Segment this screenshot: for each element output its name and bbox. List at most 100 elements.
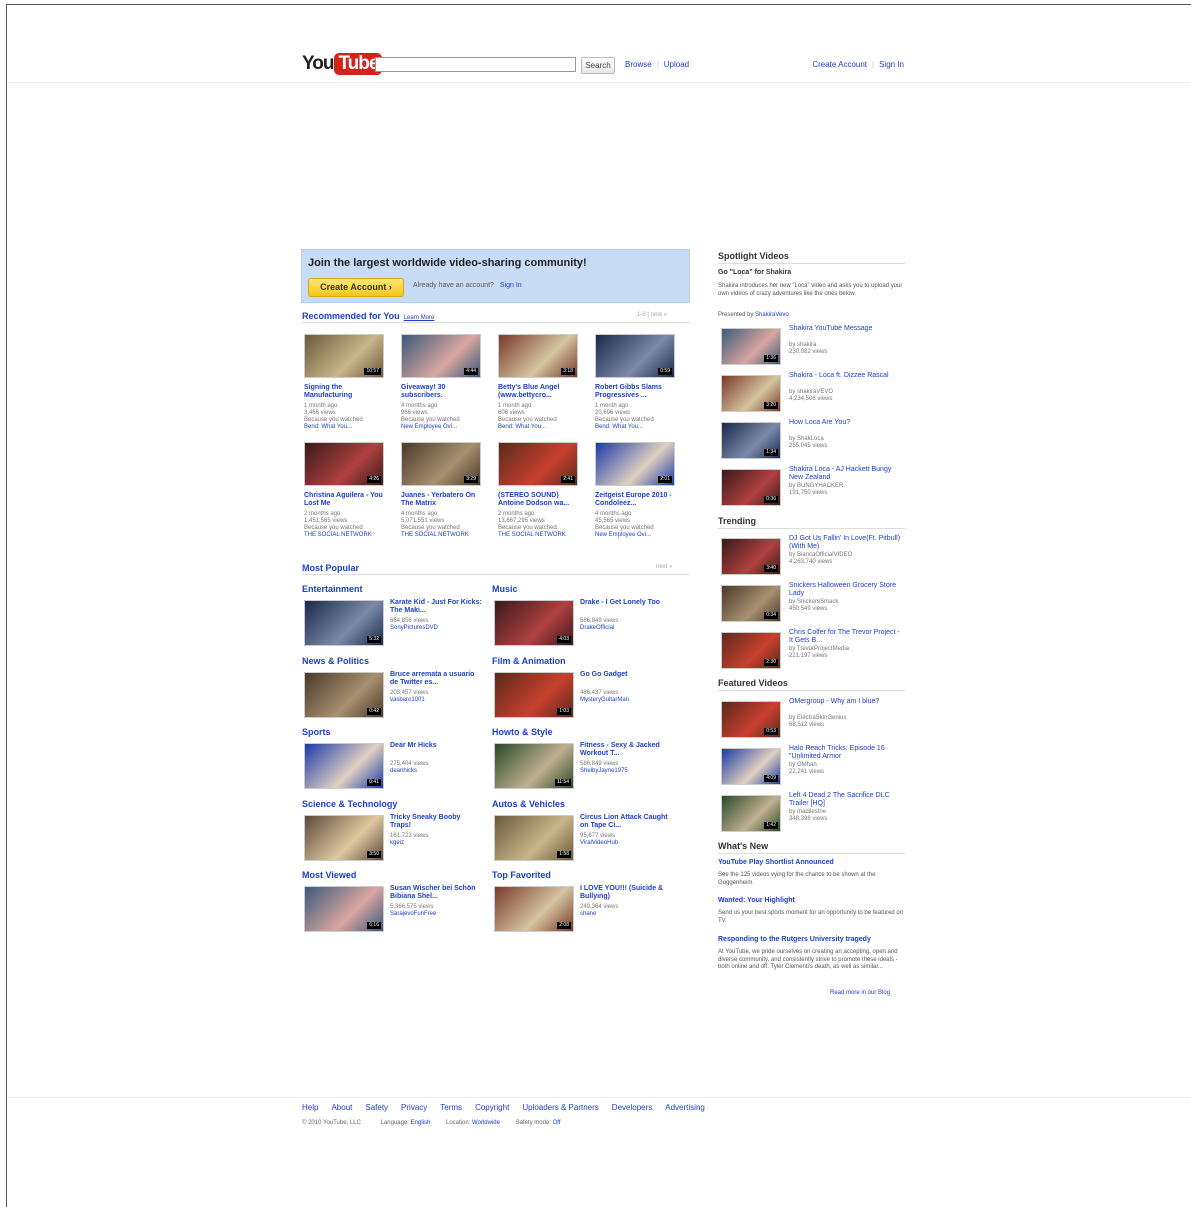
video-thumbnail[interactable]: 4:26 — [304, 442, 384, 486]
video-title-link[interactable]: Betty's Blue Angel (www.bettycro... — [498, 384, 578, 400]
because-video-link[interactable]: Bend: What You... — [595, 424, 677, 431]
because-video-link[interactable]: THE SOCIAL NETWORK — [401, 532, 483, 539]
video-thumbnail[interactable]: 2:01 — [595, 442, 675, 486]
video-title-link[interactable]: Zeitgeist Europe 2010 - Condoleez... — [595, 492, 675, 508]
video-title-link[interactable]: OMergroup - Why am I blue? — [789, 698, 901, 706]
video-title-link[interactable]: How Loca Are You? — [789, 419, 901, 427]
video-title-link[interactable]: Circus Lion Attack Caught on Tape Ci... — [580, 814, 672, 830]
video-thumbnail[interactable]: 3:50 — [304, 814, 384, 861]
footer-link[interactable]: Terms — [440, 1103, 462, 1112]
footer-link[interactable]: Help — [302, 1103, 318, 1112]
most-popular-pager[interactable]: next » — [656, 564, 672, 570]
video-title-link[interactable]: Left 4 Dead 2 The Sacrifice DLC Trailer … — [789, 792, 901, 808]
video-title-link[interactable]: Christina Aguilera - You Lost Me — [304, 492, 384, 508]
browse-link[interactable]: Browse — [625, 60, 652, 69]
video-title-link[interactable]: Robert Gibbs Slams Progressives ... — [595, 384, 675, 400]
video-title-link[interactable]: Go Go Gadget — [580, 671, 672, 679]
sign-in-link[interactable]: Sign In — [879, 60, 904, 69]
video-title-link[interactable]: Dear Mr Hicks — [390, 742, 482, 750]
news-title-link[interactable]: Wanted: Your Highlight — [718, 897, 795, 905]
video-title-link[interactable]: Juanes - Yerbatero On The Matrix — [401, 492, 481, 508]
video-title-link[interactable]: DJ Got Us Fallin' In Love(Ft. Pitbull)(W… — [789, 535, 901, 551]
category-link[interactable]: Autos & Vehicles — [492, 799, 565, 809]
video-thumbnail[interactable]: 4:03 — [494, 600, 574, 646]
uploader-link[interactable]: DrakeOfficial — [580, 625, 614, 632]
video-title-link[interactable]: Signing the Manufacturing — [304, 384, 384, 400]
video-title-link[interactable]: Halo Reach Tricks: Episode 16 "Unlimited… — [789, 745, 901, 761]
video-thumbnail[interactable]: 0:59 — [595, 334, 675, 378]
uploader-link[interactable]: vasbaro1001 — [390, 697, 425, 704]
video-thumbnail[interactable]: 1:58 — [494, 814, 574, 861]
video-thumbnail[interactable]: 5:32 — [304, 600, 384, 646]
footer-link[interactable]: Privacy — [401, 1103, 427, 1112]
recommended-pager[interactable]: 1-8 | next » — [637, 312, 667, 318]
create-account-link[interactable]: Create Account — [812, 60, 867, 69]
video-thumbnail[interactable]: 1:34 — [721, 422, 781, 459]
because-video-link[interactable]: Bend: What You... — [304, 424, 386, 431]
uploader-link[interactable]: shane — [580, 911, 596, 918]
video-thumbnail[interactable]: 4:09 — [721, 748, 781, 785]
uploader-link[interactable]: kgeiz — [390, 840, 404, 847]
video-title-link[interactable]: I LOVE YOU!!! (Suicide & Bullying) — [580, 885, 672, 901]
category-link[interactable]: Film & Animation — [492, 656, 566, 666]
category-link[interactable]: Music — [492, 584, 518, 594]
footer-link[interactable]: Safety — [365, 1103, 388, 1112]
because-video-link[interactable]: New Employee Ovi... — [401, 424, 483, 431]
video-title-link[interactable]: Karate Kid - Just For Kicks: The Maki... — [390, 599, 482, 615]
footer-link[interactable]: About — [331, 1103, 352, 1112]
learn-more-link[interactable]: Learn More — [404, 315, 435, 321]
video-thumbnail[interactable]: 11:54 — [494, 743, 574, 789]
category-link[interactable]: Entertainment — [302, 584, 363, 594]
video-title-link[interactable]: (STEREO SOUND) Antoine Dodson wa... — [498, 492, 578, 508]
because-video-link[interactable]: THE SOCIAL NETWORK — [304, 532, 386, 539]
video-thumbnail[interactable]: 2:08 — [494, 886, 574, 932]
video-title-link[interactable]: Fitness - Sexy & Jacked Workout T... — [580, 742, 672, 758]
uploader-link[interactable]: ShelbyJayne1975 — [580, 768, 628, 775]
video-thumbnail[interactable]: 0:41 — [304, 743, 384, 789]
read-more-blog-link[interactable]: Read more in our Blog — [830, 990, 890, 998]
because-video-link[interactable]: THE SOCIAL NETWORK — [498, 532, 580, 539]
uploader-link[interactable]: SonyPicturesDVD — [390, 625, 438, 632]
video-title-link[interactable]: Drake - I Get Lonely Too — [580, 599, 672, 607]
category-link[interactable]: Howto & Style — [492, 727, 553, 737]
location-link[interactable]: Worldwide — [472, 1120, 500, 1126]
presenter-link[interactable]: ShakiraVevo — [755, 312, 789, 318]
video-thumbnail[interactable]: 0:42 — [304, 671, 384, 718]
uploader-link[interactable]: ViralVideoHub — [580, 840, 618, 847]
video-thumbnail[interactable]: 3:18 — [498, 334, 578, 378]
footer-link[interactable]: Developers — [612, 1103, 652, 1112]
create-account-button[interactable]: Create Account › — [308, 278, 404, 297]
because-video-link[interactable]: New Employee Ovi... — [595, 532, 677, 539]
category-link[interactable]: Sports — [302, 727, 331, 737]
video-title-link[interactable]: Tricky Sneaky Booby Traps! — [390, 814, 482, 830]
video-thumbnail[interactable]: 6:16 — [304, 886, 384, 932]
video-thumbnail[interactable]: 1:36 — [721, 328, 781, 365]
category-link[interactable]: News & Politics — [302, 656, 369, 666]
uploader-link[interactable]: SarajevoFunFree — [390, 911, 436, 918]
video-thumbnail[interactable]: 2:30 — [721, 632, 781, 669]
video-thumbnail[interactable]: 0:53 — [721, 701, 781, 738]
banner-sign-in-link[interactable]: Sign In — [500, 282, 522, 289]
video-thumbnail[interactable]: 2:41 — [498, 442, 578, 486]
video-title-link[interactable]: Bruce arremata a usuario de Twitter es..… — [390, 671, 482, 687]
uploader-link[interactable]: MysteryGuitarMan — [580, 697, 629, 704]
category-link[interactable]: Top Favorited — [492, 870, 551, 880]
language-link[interactable]: English — [411, 1120, 431, 1126]
footer-link[interactable]: Advertising — [665, 1103, 705, 1112]
video-thumbnail[interactable]: 1:42 — [721, 795, 781, 832]
safety-link[interactable]: Off — [553, 1120, 561, 1126]
search-button[interactable]: Search — [581, 57, 615, 74]
video-thumbnail[interactable]: 0:36 — [721, 469, 781, 506]
video-thumbnail[interactable]: 0:34 — [721, 585, 781, 622]
video-thumbnail[interactable]: 3:20 — [721, 375, 781, 412]
youtube-logo[interactable]: You Tube — [302, 52, 383, 76]
video-title-link[interactable]: Giveaway! 30 subscribers. — [401, 384, 481, 400]
video-title-link[interactable]: Shakira - Loca ft. Dizzee Rascal — [789, 372, 901, 380]
because-video-link[interactable]: Bend: What You... — [498, 424, 580, 431]
video-title-link[interactable]: Shakira YouTube Message — [789, 325, 901, 333]
upload-link[interactable]: Upload — [664, 60, 689, 69]
category-link[interactable]: Science & Technology — [302, 799, 397, 809]
category-link[interactable]: Most Viewed — [302, 870, 356, 880]
video-title-link[interactable]: Shakira Loca - AJ Hackett Bungy New Zeal… — [789, 466, 901, 482]
video-title-link[interactable]: Snickers Halloween Grocery Store Lady — [789, 582, 901, 598]
